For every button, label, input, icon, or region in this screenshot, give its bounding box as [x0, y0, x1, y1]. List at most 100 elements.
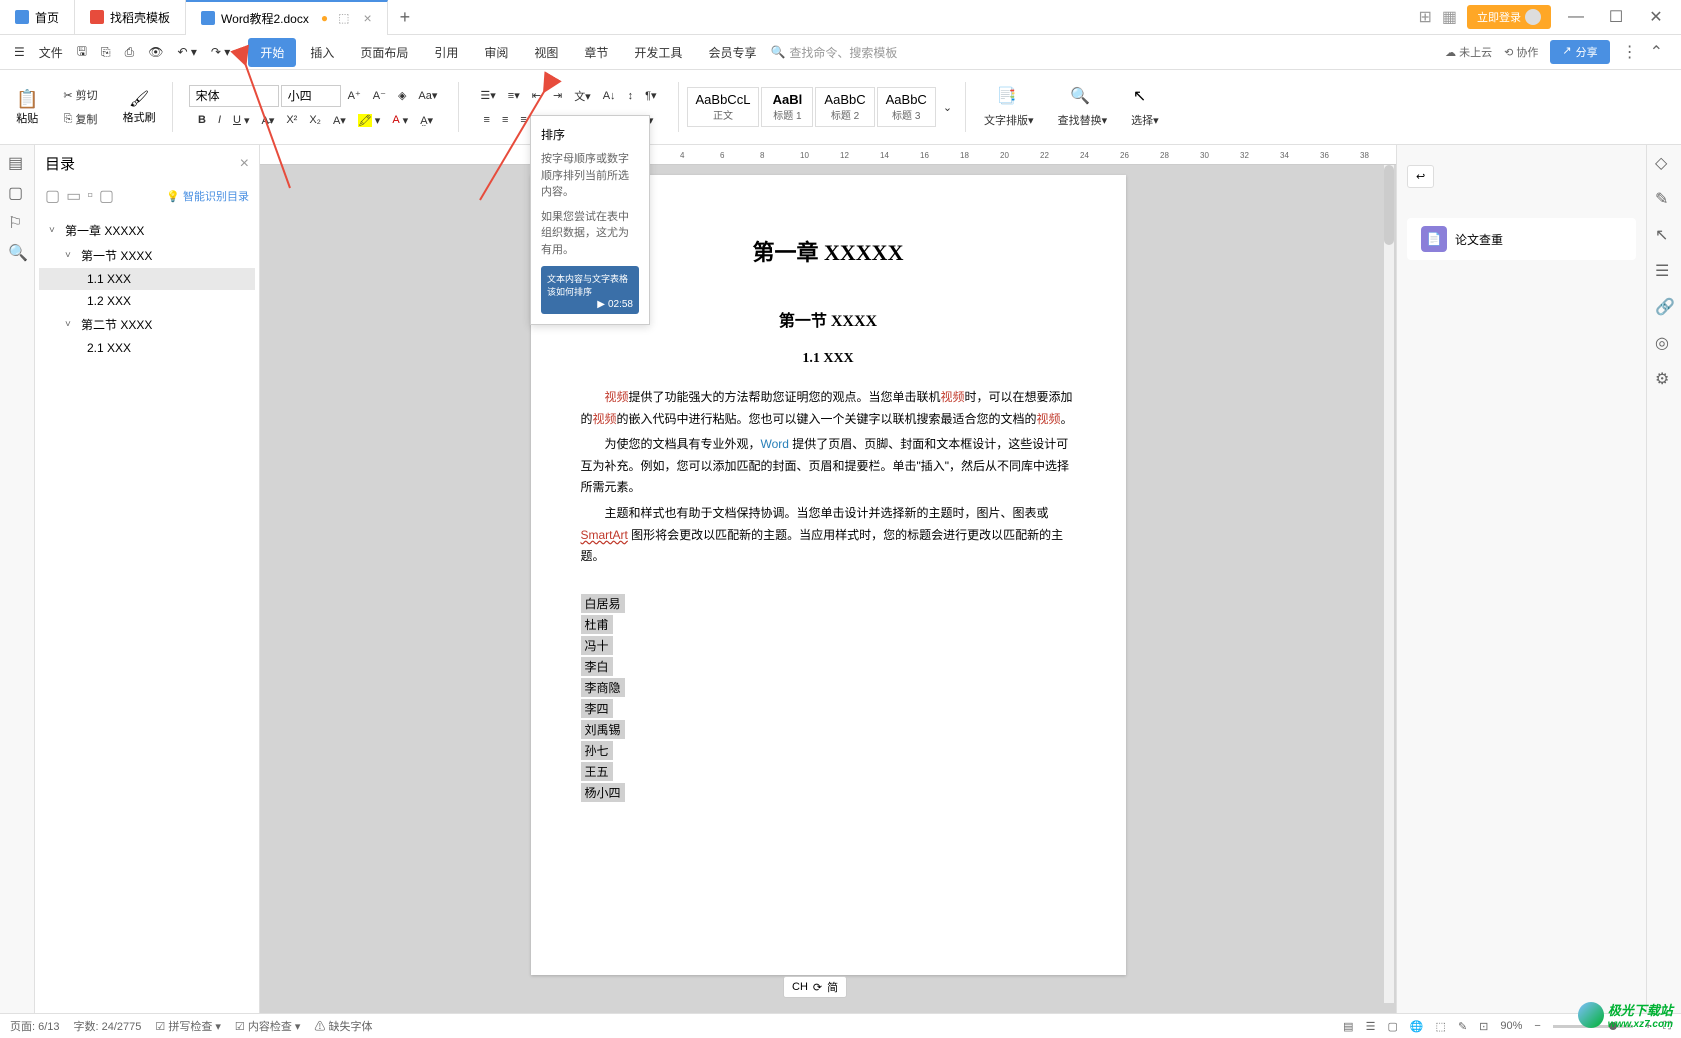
decrease-font-icon[interactable]: A⁻	[368, 86, 391, 105]
file-menu[interactable]: 文件	[33, 40, 69, 65]
italic-button[interactable]: I	[213, 111, 226, 129]
smart-toc-button[interactable]: 💡 智能识别目录	[166, 188, 249, 204]
font-color-button[interactable]: A▾	[387, 111, 413, 130]
increase-indent-button[interactable]: ⇥	[548, 86, 567, 105]
print-icon[interactable]: ⎙	[119, 41, 141, 64]
view-mode-4[interactable]: 🌐	[1410, 1020, 1424, 1033]
toc-item-chapter1[interactable]: ˅ 第一章 XXXXX	[39, 218, 255, 243]
more-styles-button[interactable]: ⌄	[938, 98, 957, 117]
select-button[interactable]: ↖ 选择▾	[1121, 82, 1169, 132]
content-check-toggle[interactable]: ☑ 内容检查 ▾	[235, 1018, 301, 1034]
spell-check-toggle[interactable]: ☑ 拼写检查 ▾	[155, 1018, 221, 1034]
target-icon[interactable]: ◎	[1655, 333, 1673, 351]
tab-close-icon[interactable]: ×	[363, 10, 371, 26]
more-menu[interactable]: ⋮	[1622, 42, 1638, 62]
toc-tool-3[interactable]: ▫	[87, 187, 93, 205]
highlight-button[interactable]: 🖍▾	[353, 111, 386, 130]
close-button[interactable]: ✕	[1641, 7, 1671, 27]
tab-document[interactable]: Word教程2.docx ● ⬚ ×	[186, 0, 388, 35]
text-direction-button[interactable]: 文▾	[569, 85, 596, 107]
back-button[interactable]: ↩	[1407, 165, 1434, 188]
view-mode-5[interactable]: ⬚	[1436, 1020, 1446, 1033]
minimize-button[interactable]: —	[1561, 8, 1591, 26]
align-center-button[interactable]: ≡	[497, 111, 513, 129]
menu-dev-tools[interactable]: 开发工具	[622, 38, 694, 67]
align-left-button[interactable]: ≡	[479, 111, 495, 129]
status-page[interactable]: 页面: 6/13	[10, 1018, 60, 1034]
menu-page-layout[interactable]: 页面布局	[348, 38, 420, 67]
toc-item-1-1[interactable]: 1.1 XXX	[39, 268, 255, 290]
new-tab-button[interactable]: +	[388, 7, 423, 28]
line-spacing-button[interactable]: ↕	[623, 87, 639, 105]
change-case-icon[interactable]: Aa▾	[413, 86, 442, 105]
tab-home[interactable]: 首页	[0, 0, 75, 35]
layers-icon[interactable]: ☰	[1655, 261, 1673, 279]
diamond-icon[interactable]: ◇	[1655, 153, 1673, 171]
cloud-status[interactable]: ☁ 未上云	[1445, 44, 1492, 60]
save-icon[interactable]: 🖫	[71, 38, 93, 67]
apps-icon[interactable]: ▦	[1442, 7, 1457, 27]
menu-view[interactable]: 视图	[522, 38, 570, 67]
format-painter-button[interactable]: 🖌 格式刷	[123, 89, 156, 125]
find-replace-button[interactable]: 🔍 查找替换▾	[1048, 82, 1118, 132]
sort-button[interactable]: A↓	[598, 87, 621, 105]
style-heading3[interactable]: AaBbC 标题 3	[877, 87, 936, 127]
number-list-button[interactable]: ≡▾	[503, 86, 525, 105]
collaborate-button[interactable]: ⟲ 协作	[1504, 44, 1538, 60]
outline-icon[interactable]: ▤	[8, 153, 26, 171]
menu-review[interactable]: 审阅	[472, 38, 520, 67]
menu-chapter[interactable]: 章节	[572, 38, 620, 67]
undo-button[interactable]: ↶ ▾	[171, 41, 202, 63]
phonetic-button[interactable]: A̤▾	[415, 111, 438, 130]
zoom-value[interactable]: 90%	[1500, 1020, 1522, 1032]
vertical-scrollbar[interactable]	[1384, 165, 1394, 1003]
bold-button[interactable]: B	[193, 111, 211, 129]
share-button[interactable]: ↗ 分享	[1550, 40, 1609, 64]
style-normal[interactable]: AaBbCcL 正文	[687, 87, 760, 127]
pen-icon[interactable]: ✎	[1655, 189, 1673, 207]
toc-tool-2[interactable]: ▭	[66, 186, 81, 206]
clear-format-icon[interactable]: ◈	[393, 86, 411, 105]
view-mode-1[interactable]: ▤	[1343, 1020, 1353, 1033]
print-preview-icon[interactable]: 👁	[142, 41, 169, 63]
missing-font[interactable]: ⚠ 缺失字体	[314, 1018, 372, 1034]
dna-icon[interactable]: 🔗	[1655, 297, 1673, 315]
subscript-button[interactable]: X₂	[304, 111, 326, 129]
text-effect-button[interactable]: A▾	[328, 111, 351, 130]
increase-font-icon[interactable]: A⁺	[343, 86, 366, 105]
search-rail-icon[interactable]: 🔍	[8, 243, 26, 261]
search-box[interactable]: 🔍 查找命令、搜索模板	[770, 44, 897, 61]
sidebar-close-icon[interactable]: ×	[240, 155, 249, 173]
horizontal-ruler[interactable]: 2 4 6 8 10 12 14 16 18 20 22 24 26 28 30…	[260, 145, 1396, 165]
decrease-indent-button[interactable]: ⇤	[527, 86, 546, 105]
paper-check-button[interactable]: 📄 论文查重	[1407, 218, 1636, 260]
show-marks-button[interactable]: ¶▾	[640, 86, 661, 105]
bullet-list-button[interactable]: ☰▾	[475, 86, 500, 105]
font-size-select[interactable]	[281, 85, 341, 107]
layout-icon[interactable]: ⊞	[1418, 7, 1431, 27]
tab-template[interactable]: 找稻壳模板	[75, 0, 186, 35]
copy-button[interactable]: ⎘ 复制	[59, 108, 103, 130]
export-icon[interactable]: ⎘	[95, 41, 117, 64]
toc-item-section2[interactable]: ˅ 第二节 XXXX	[39, 312, 255, 337]
thumbnail-icon[interactable]: ▢	[8, 183, 26, 201]
underline-button[interactable]: U▾	[228, 111, 254, 130]
menu-reference[interactable]: 引用	[422, 38, 470, 67]
scrollbar-thumb[interactable]	[1384, 165, 1394, 245]
zoom-out-button[interactable]: −	[1534, 1020, 1540, 1032]
redo-button[interactable]: ↷ ▾	[205, 41, 236, 63]
menu-member[interactable]: 会员专享	[696, 38, 768, 67]
maximize-button[interactable]: ☐	[1601, 7, 1631, 27]
superscript-button[interactable]: X²	[281, 111, 302, 129]
font-name-select[interactable]	[189, 85, 279, 107]
cursor-icon[interactable]: ↖	[1655, 225, 1673, 243]
style-heading1[interactable]: AaBl 标题 1	[761, 87, 813, 127]
hamburger-icon[interactable]: ☰	[8, 41, 31, 63]
toc-tool-1[interactable]: ▢	[45, 186, 60, 206]
chevron-down-icon[interactable]: ˅	[49, 225, 61, 236]
text-layout-button[interactable]: 📑 文字排版▾	[974, 82, 1044, 132]
collapse-ribbon[interactable]: ⌃	[1650, 42, 1663, 62]
status-words[interactable]: 字数: 24/2775	[74, 1018, 142, 1034]
strikethrough-button[interactable]: A̶▾	[256, 111, 279, 130]
login-button[interactable]: 立即登录	[1467, 5, 1551, 29]
